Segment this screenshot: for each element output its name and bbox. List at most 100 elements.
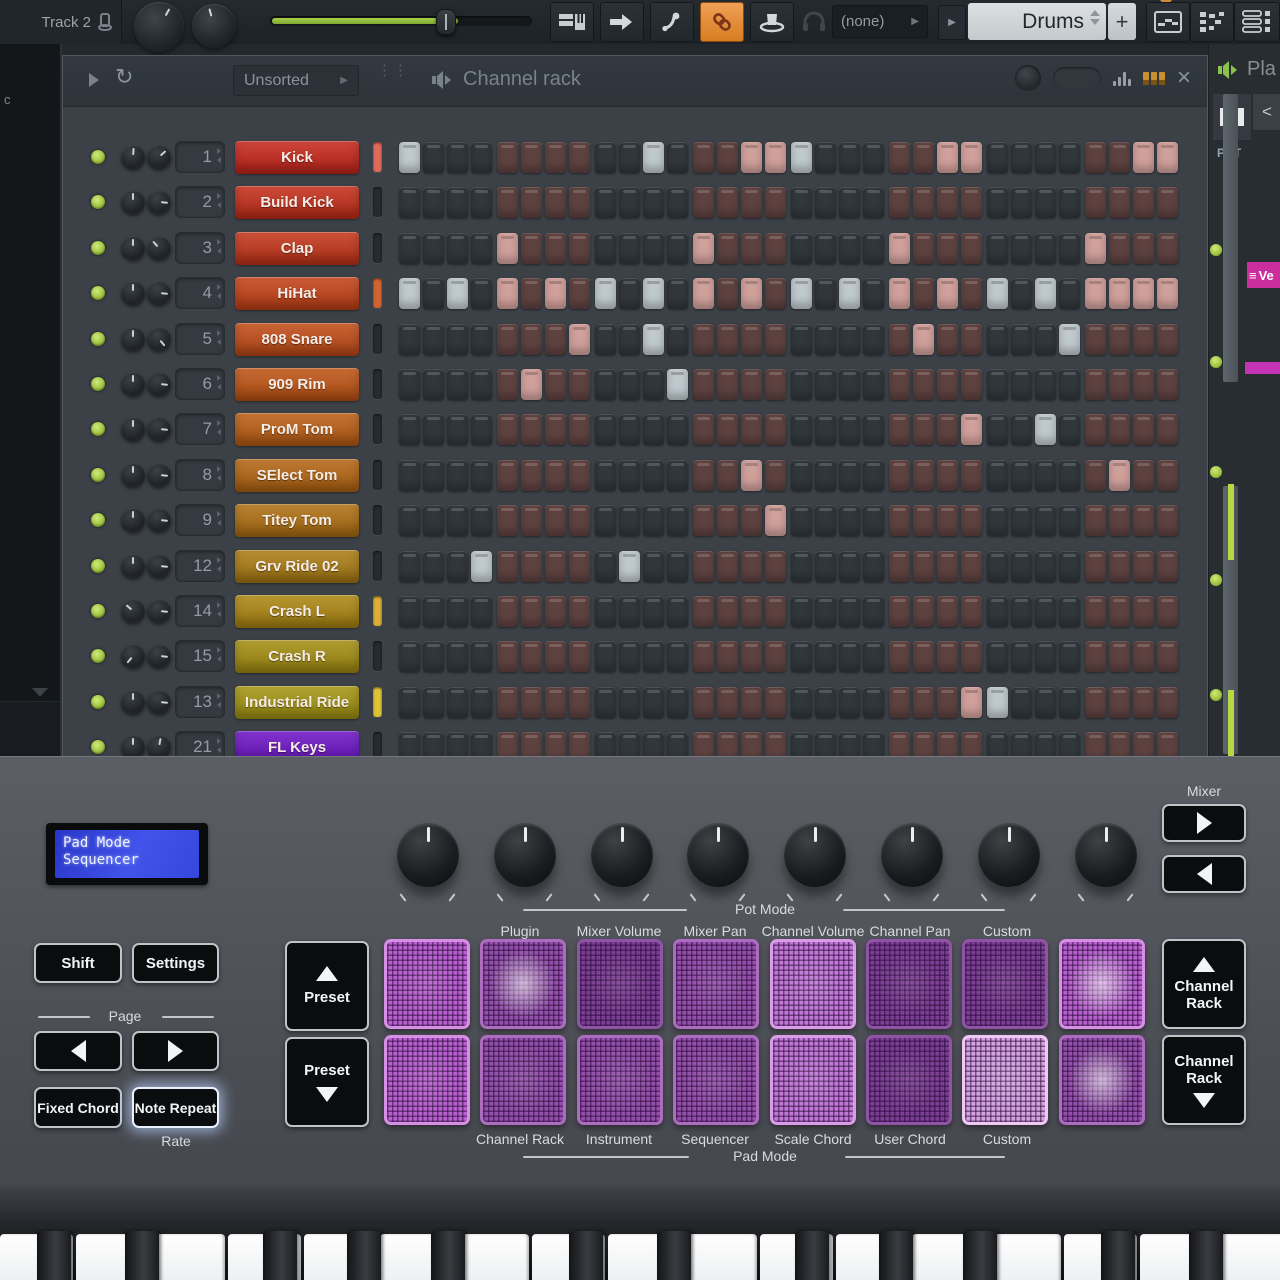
playlist-clip[interactable]: ≡ Ve bbox=[1247, 262, 1280, 288]
settings-button[interactable]: Settings bbox=[132, 943, 219, 983]
channel-rack-down-button[interactable]: Channel Rack bbox=[1162, 1035, 1246, 1125]
step-cell[interactable] bbox=[791, 142, 812, 173]
step-cell[interactable] bbox=[961, 641, 982, 672]
step-cell[interactable] bbox=[497, 460, 518, 491]
step-cell[interactable] bbox=[987, 142, 1008, 173]
step-cell[interactable] bbox=[497, 596, 518, 627]
channel-mute-bar[interactable] bbox=[373, 505, 382, 535]
step-cell[interactable] bbox=[839, 233, 860, 264]
step-cell[interactable] bbox=[545, 233, 566, 264]
step-cell[interactable] bbox=[1059, 142, 1080, 173]
step-cell[interactable] bbox=[521, 641, 542, 672]
step-cell[interactable] bbox=[839, 278, 860, 309]
step-cell[interactable] bbox=[569, 505, 590, 536]
step-cell[interactable] bbox=[1109, 687, 1130, 718]
step-cell[interactable] bbox=[619, 324, 640, 355]
step-cell[interactable] bbox=[1035, 460, 1056, 491]
step-cell[interactable] bbox=[693, 596, 714, 627]
piano-black-key[interactable] bbox=[569, 1231, 603, 1280]
step-cell[interactable] bbox=[497, 732, 518, 756]
step-cell[interactable] bbox=[765, 460, 786, 491]
step-cell[interactable] bbox=[913, 187, 934, 218]
step-cell[interactable] bbox=[1133, 324, 1154, 355]
step-cell[interactable] bbox=[1059, 278, 1080, 309]
step-cell[interactable] bbox=[521, 187, 542, 218]
step-cell[interactable] bbox=[447, 142, 468, 173]
slide-button[interactable] bbox=[650, 2, 694, 42]
step-cell[interactable] bbox=[643, 551, 664, 582]
step-cell[interactable] bbox=[889, 369, 910, 400]
step-cell[interactable] bbox=[545, 460, 566, 491]
step-cell[interactable] bbox=[863, 596, 884, 627]
add-pattern-button[interactable]: + bbox=[1108, 3, 1136, 40]
step-cell[interactable] bbox=[545, 142, 566, 173]
step-cell[interactable] bbox=[889, 732, 910, 756]
step-cell[interactable] bbox=[569, 641, 590, 672]
step-cell[interactable] bbox=[1011, 414, 1032, 445]
step-cell[interactable] bbox=[1035, 278, 1056, 309]
step-cell[interactable] bbox=[1133, 460, 1154, 491]
playlist-clip-bar[interactable] bbox=[1245, 362, 1280, 374]
step-cell[interactable] bbox=[1035, 142, 1056, 173]
pattern-menu-button[interactable]: ▶ bbox=[938, 5, 966, 40]
track-led[interactable] bbox=[1210, 356, 1222, 368]
channel-button[interactable]: Titey Tom bbox=[235, 504, 359, 537]
step-cell[interactable] bbox=[1085, 278, 1106, 309]
step-cell[interactable] bbox=[595, 187, 616, 218]
piano-roll-button[interactable] bbox=[1190, 2, 1234, 42]
step-cell[interactable] bbox=[987, 641, 1008, 672]
step-cell[interactable] bbox=[693, 324, 714, 355]
step-cell[interactable] bbox=[693, 505, 714, 536]
step-cell[interactable] bbox=[1035, 596, 1056, 627]
fixed-chord-button[interactable]: Fixed Chord bbox=[34, 1087, 122, 1128]
step-cell[interactable] bbox=[521, 278, 542, 309]
channel-mute-bar[interactable] bbox=[373, 233, 382, 263]
step-cell[interactable] bbox=[1085, 687, 1106, 718]
step-cell[interactable] bbox=[643, 505, 664, 536]
channel-led[interactable] bbox=[91, 241, 105, 255]
piano-black-key[interactable] bbox=[37, 1231, 71, 1280]
channel-number[interactable]: 1 bbox=[175, 141, 225, 173]
step-cell[interactable] bbox=[471, 278, 492, 309]
step-cell[interactable] bbox=[961, 414, 982, 445]
step-cell[interactable] bbox=[619, 414, 640, 445]
step-cell[interactable] bbox=[471, 732, 492, 756]
step-cell[interactable] bbox=[815, 278, 836, 309]
step-cell[interactable] bbox=[447, 687, 468, 718]
step-cell[interactable] bbox=[521, 732, 542, 756]
step-cell[interactable] bbox=[399, 414, 420, 445]
step-cell[interactable] bbox=[961, 596, 982, 627]
channel-mute-bar[interactable] bbox=[373, 187, 382, 217]
channel-number[interactable]: 14 bbox=[175, 595, 225, 627]
step-cell[interactable] bbox=[399, 233, 420, 264]
step-cell[interactable] bbox=[815, 187, 836, 218]
preset-down-button[interactable]: Preset bbox=[285, 1037, 369, 1127]
piano-white-key[interactable] bbox=[1216, 1234, 1280, 1280]
step-cell[interactable] bbox=[1035, 324, 1056, 355]
step-cell[interactable] bbox=[815, 641, 836, 672]
step-cell[interactable] bbox=[937, 460, 958, 491]
step-cell[interactable] bbox=[471, 641, 492, 672]
step-cell[interactable] bbox=[863, 551, 884, 582]
step-cell[interactable] bbox=[521, 505, 542, 536]
step-cell[interactable] bbox=[693, 641, 714, 672]
control-knob[interactable] bbox=[784, 823, 846, 887]
step-cell[interactable] bbox=[545, 641, 566, 672]
step-cell[interactable] bbox=[545, 732, 566, 756]
channel-number-spinner[interactable] bbox=[217, 375, 221, 390]
step-cell[interactable] bbox=[987, 233, 1008, 264]
step-cell[interactable] bbox=[399, 505, 420, 536]
channel-mute-bar[interactable] bbox=[373, 369, 382, 399]
channel-volume-knob[interactable] bbox=[147, 735, 171, 756]
step-cell[interactable] bbox=[619, 641, 640, 672]
swing-knob[interactable] bbox=[1015, 65, 1041, 91]
step-cell[interactable] bbox=[741, 687, 762, 718]
control-knob[interactable] bbox=[397, 823, 459, 887]
piano-black-key[interactable] bbox=[1189, 1231, 1223, 1280]
step-cell[interactable] bbox=[643, 414, 664, 445]
step-cell[interactable] bbox=[1109, 551, 1130, 582]
step-cell[interactable] bbox=[791, 233, 812, 264]
channel-pan-knob[interactable] bbox=[121, 554, 145, 578]
step-cell[interactable] bbox=[569, 369, 590, 400]
step-cell[interactable] bbox=[815, 369, 836, 400]
